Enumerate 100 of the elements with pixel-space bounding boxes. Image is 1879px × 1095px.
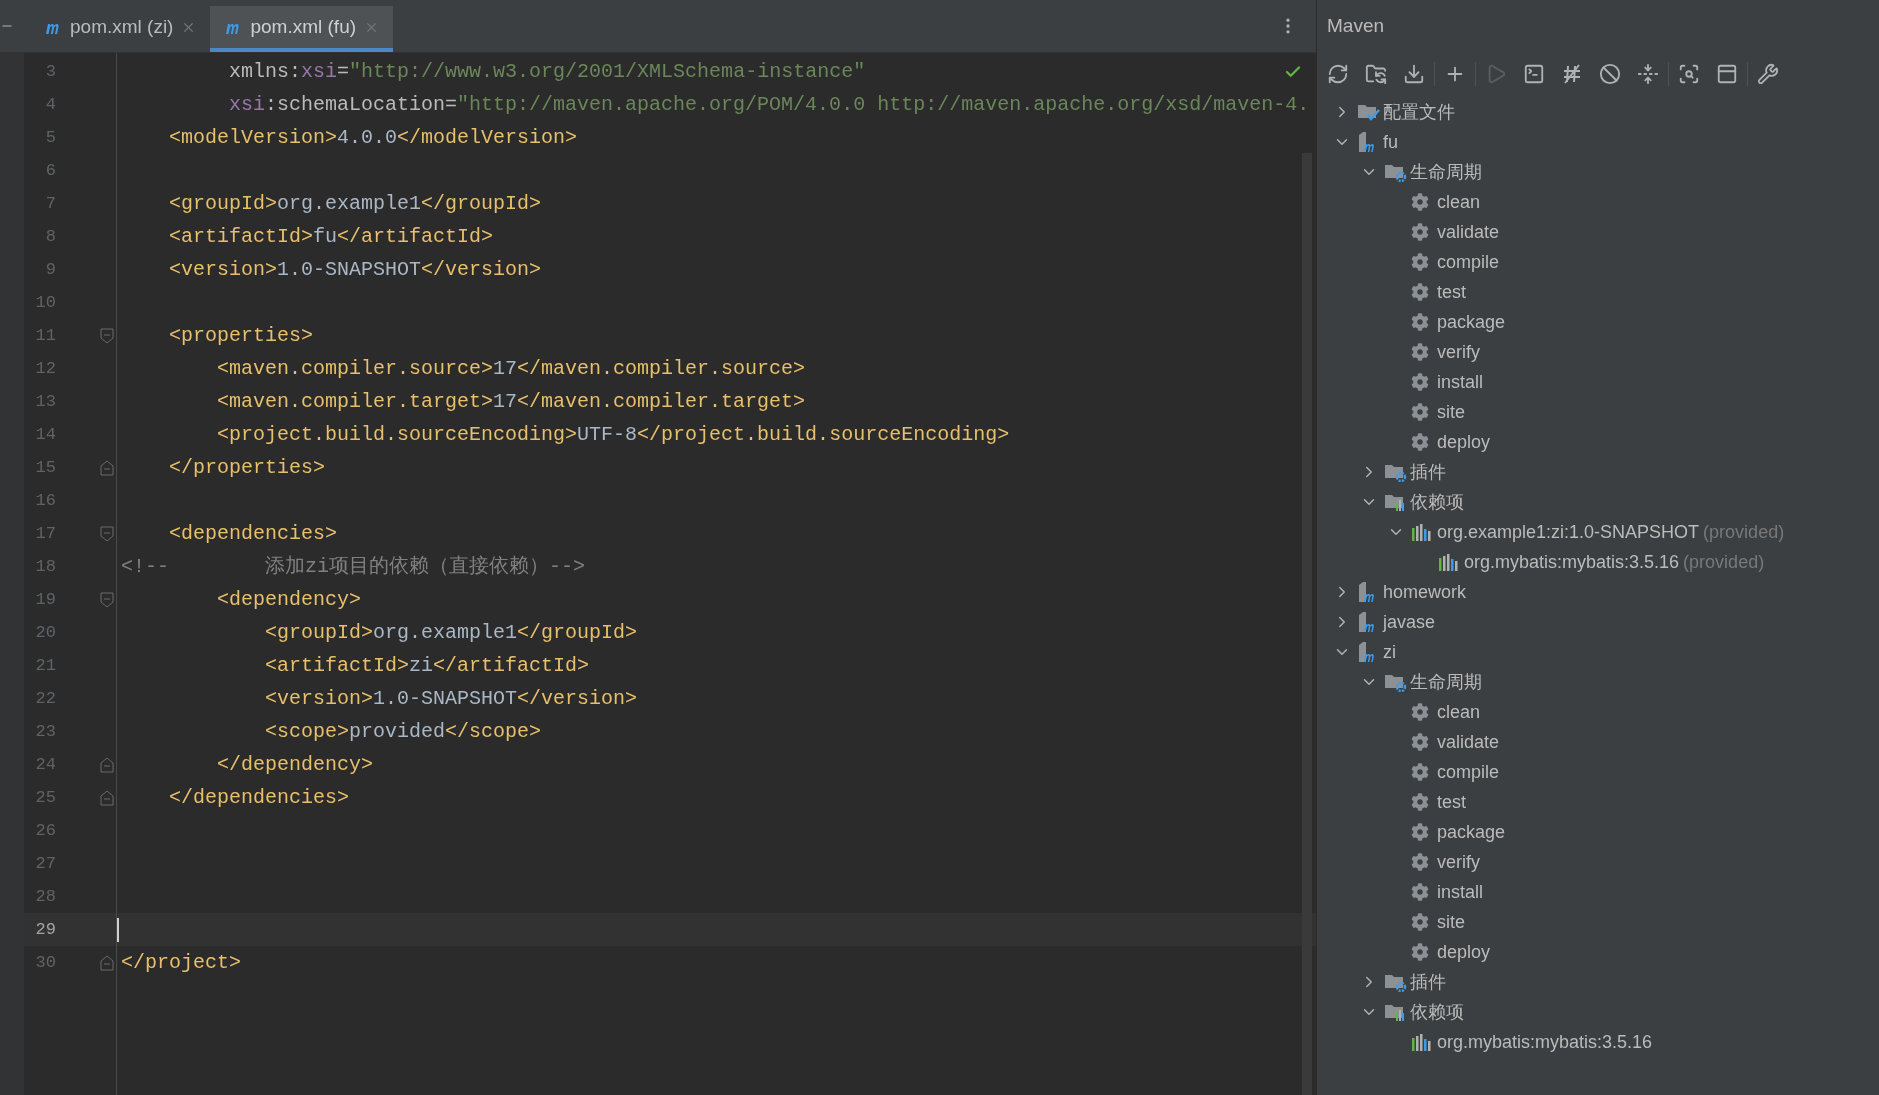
tree-item-label: 配置文件	[1383, 100, 1456, 124]
tree-item-label: compile	[1437, 250, 1501, 274]
tree-item-label: 生命周期	[1410, 670, 1483, 694]
tree-item-label: homework	[1383, 580, 1468, 604]
tree-item-label: zi	[1383, 640, 1397, 664]
tree-item[interactable]: verify	[1317, 337, 1879, 367]
tree-item-label: package	[1437, 310, 1507, 334]
line-number: 21	[34, 654, 56, 677]
code-line: <modelVersion>4.0.0</modelVersion>	[168, 124, 578, 151]
tree-item-label: install	[1437, 370, 1485, 394]
tree-item[interactable]: site	[1317, 397, 1879, 427]
tree-item-label: site	[1437, 910, 1466, 934]
line-number: 10	[34, 291, 56, 314]
line-number: 26	[34, 819, 56, 842]
tree-item[interactable]: site	[1317, 907, 1879, 937]
tree-item[interactable]: 插件	[1317, 457, 1879, 487]
editor-tab[interactable]: pom.xml (fu)	[210, 6, 394, 52]
tree-item[interactable]: zi	[1317, 637, 1879, 667]
tree-item-label: validate	[1437, 220, 1501, 244]
tree-item-label: site	[1437, 400, 1466, 424]
line-number: 3	[44, 60, 56, 83]
fold-marker-icon[interactable]	[100, 525, 114, 542]
gear-icon	[1411, 823, 1429, 841]
tree-item[interactable]: compile	[1317, 757, 1879, 787]
tree-item[interactable]: org.mybatis:mybatis:3.5.16 (provided)	[1317, 547, 1879, 577]
code-line: <groupId>org.example1</groupId>	[168, 190, 542, 217]
fold-marker-icon[interactable]	[100, 756, 114, 773]
gear-icon	[1411, 223, 1429, 241]
line-number: 11	[34, 324, 56, 347]
tree-item[interactable]: validate	[1317, 727, 1879, 757]
tree-item[interactable]: package	[1317, 817, 1879, 847]
tree-item[interactable]: javase	[1317, 607, 1879, 637]
line-number: 16	[34, 489, 56, 512]
folder-gear-icon	[1384, 162, 1408, 182]
tree-item[interactable]: package	[1317, 307, 1879, 337]
tree-item[interactable]: fu	[1317, 127, 1879, 157]
gear-icon	[1411, 373, 1429, 391]
code-line: <properties>	[168, 322, 314, 349]
line-number: 18	[34, 555, 56, 578]
line-number: 12	[34, 357, 56, 380]
gear-icon	[1411, 193, 1429, 211]
folder-gear-icon	[1384, 672, 1408, 692]
tree-item[interactable]: install	[1317, 367, 1879, 397]
code-line: </properties>	[168, 454, 326, 481]
tree-item[interactable]: 依赖项	[1317, 997, 1879, 1027]
line-number: 17	[34, 522, 56, 545]
tree-item[interactable]: compile	[1317, 247, 1879, 277]
tree-item[interactable]: test	[1317, 787, 1879, 817]
code-line: <scope>provided</scope>	[264, 718, 542, 745]
line-number: 30	[34, 951, 56, 974]
tree-item[interactable]: install	[1317, 877, 1879, 907]
line-number: 6	[44, 159, 56, 182]
code-line: <version>1.0-SNAPSHOT</version>	[264, 685, 638, 712]
tree-item-label: install	[1437, 880, 1485, 904]
tree-item-label: org.mybatis:mybatis:3.5.16	[1437, 1030, 1654, 1054]
tree-item[interactable]: clean	[1317, 697, 1879, 727]
tree-item-label: 插件	[1410, 970, 1447, 994]
gear-icon	[1411, 853, 1429, 871]
line-number: 28	[34, 885, 56, 908]
tree-item[interactable]: 生命周期	[1317, 157, 1879, 187]
gear-icon	[1411, 883, 1429, 901]
library-bars-icon	[1411, 523, 1431, 541]
line-number: 20	[34, 621, 56, 644]
tree-item[interactable]: validate	[1317, 217, 1879, 247]
tree-item-label: javase	[1383, 610, 1437, 634]
tree-item-label: clean	[1437, 700, 1482, 724]
fold-marker-icon[interactable]	[100, 954, 114, 971]
tree-item[interactable]: org.mybatis:mybatis:3.5.16	[1317, 1027, 1879, 1057]
tree-item[interactable]: 配置文件	[1317, 97, 1879, 127]
fold-marker-icon[interactable]	[100, 327, 114, 344]
tree-item-label: test	[1437, 790, 1467, 814]
fold-marker-icon[interactable]	[100, 591, 114, 608]
tree-item[interactable]: test	[1317, 277, 1879, 307]
line-number: 25	[34, 786, 56, 809]
tree-item[interactable]: deploy	[1317, 427, 1879, 457]
line-number: 24	[34, 753, 56, 776]
tree-item-label: verify	[1437, 340, 1481, 364]
tree-item[interactable]: homework	[1317, 577, 1879, 607]
tree-item[interactable]: org.example1:zi:1.0-SNAPSHOT (provided)	[1317, 517, 1879, 547]
tree-item-label: validate	[1437, 730, 1501, 754]
line-number: 5	[44, 126, 56, 149]
tree-item-label: test	[1437, 280, 1467, 304]
code-line: xsi:schemaLocation="http://maven.apache.org/POM/4.0.0 http://maven.apache.org/xsd/maven-4.	[228, 91, 1310, 118]
line-number: 4	[44, 93, 56, 116]
tree-item[interactable]: clean	[1317, 187, 1879, 217]
line-number: 7	[44, 192, 56, 215]
fold-marker-icon[interactable]	[100, 459, 114, 476]
tree-item[interactable]: deploy	[1317, 937, 1879, 967]
tree-item-label: fu	[1383, 130, 1399, 154]
tree-item[interactable]: 生命周期	[1317, 667, 1879, 697]
line-number: 15	[34, 456, 56, 479]
editor-tab[interactable]: pom.xml (zi)	[30, 6, 211, 52]
code-line: <artifactId>zi</artifactId>	[264, 652, 590, 679]
fold-marker-icon[interactable]	[100, 789, 114, 806]
tree-item-label: 依赖项	[1410, 1000, 1465, 1024]
tree-item-label: compile	[1437, 760, 1501, 784]
tree-item[interactable]: 插件	[1317, 967, 1879, 997]
tree-item[interactable]: verify	[1317, 847, 1879, 877]
code-line: </project>	[120, 949, 242, 976]
tree-item[interactable]: 依赖项	[1317, 487, 1879, 517]
